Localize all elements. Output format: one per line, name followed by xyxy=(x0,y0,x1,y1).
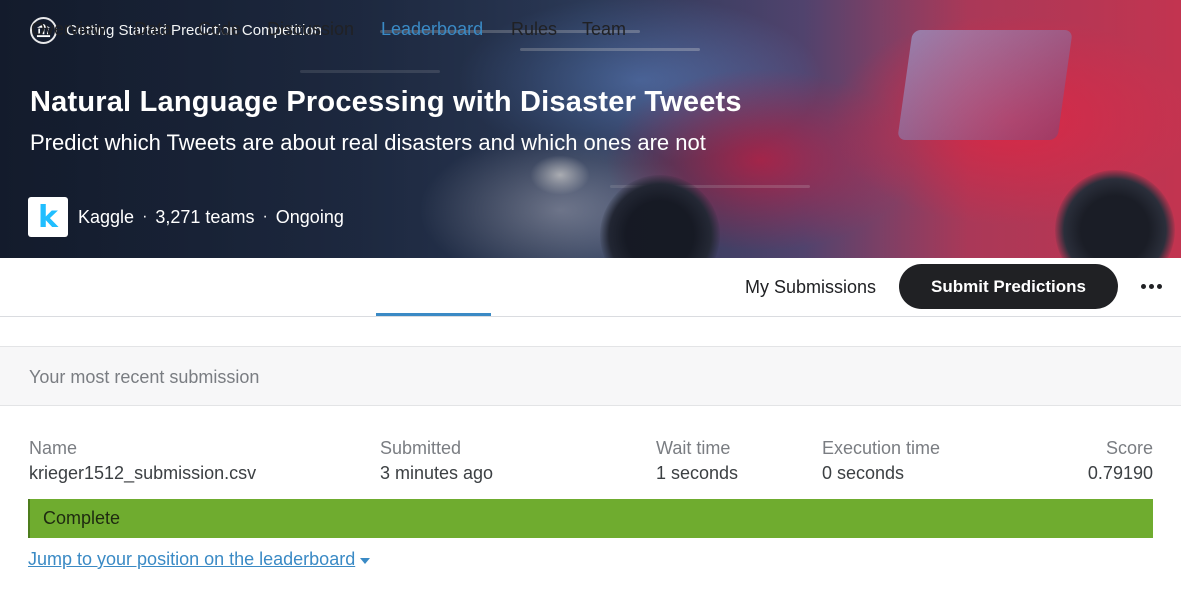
tab-data[interactable]: Data xyxy=(134,0,172,59)
more-horizontal-icon[interactable] xyxy=(1136,271,1166,301)
separator: · xyxy=(142,208,148,225)
tab-discussion[interactable]: Discussion xyxy=(267,0,354,59)
competition-subtitle: Predict which Tweets are about real disa… xyxy=(30,130,706,155)
my-submissions-link[interactable]: My Submissions xyxy=(745,258,876,317)
tab-leaderboard[interactable]: Leaderboard xyxy=(381,0,483,59)
column-header-name: Name xyxy=(29,438,78,458)
host-row: k Kaggle · 3,271 teams · Ongoing xyxy=(28,196,344,238)
tab-team[interactable]: Team xyxy=(582,0,626,59)
tab-overview[interactable]: Overview xyxy=(31,0,106,59)
jump-to-leaderboard-link[interactable]: Jump to your position on the leaderboard xyxy=(28,549,371,570)
column-header-score: Score xyxy=(1105,438,1153,458)
submission-name-column: Name krieger1512_submission.csv xyxy=(29,438,256,485)
submit-predictions-button[interactable]: Submit Predictions xyxy=(899,264,1118,309)
jump-link-label: Jump to your position on the leaderboard xyxy=(28,549,356,569)
submission-file-name: krieger1512_submission.csv xyxy=(29,463,257,483)
submission-score-column: Score 0.79190 xyxy=(1053,438,1153,485)
submission-submitted-column: Submitted 3 minutes ago xyxy=(380,438,493,485)
competition-status: Ongoing xyxy=(275,206,344,227)
submission-submitted-time: 3 minutes ago xyxy=(380,463,494,483)
submission-execution-time: 0 seconds xyxy=(822,463,905,483)
recent-submission-title: Your most recent submission xyxy=(29,367,260,387)
column-header-execution-time: Execution time xyxy=(822,438,941,458)
submission-score: 0.79190 xyxy=(1087,463,1153,483)
caret-down-icon xyxy=(360,557,371,564)
column-header-submitted: Submitted xyxy=(380,438,462,458)
kaggle-logo-icon[interactable]: k xyxy=(28,197,68,237)
submission-execution-column: Execution time 0 seconds xyxy=(822,438,940,485)
tab-code[interactable]: Code xyxy=(198,0,241,59)
recent-submission-header: Your most recent submission xyxy=(0,346,1181,406)
team-count: 3,271 teams xyxy=(155,206,255,227)
host-name[interactable]: Kaggle xyxy=(78,207,134,228)
competition-title: Natural Language Processing with Disaste… xyxy=(30,86,742,118)
column-header-wait-time: Wait time xyxy=(656,438,731,458)
submission-status-bar: Complete xyxy=(28,499,1153,538)
tab-rules[interactable]: Rules xyxy=(511,0,557,59)
submission-wait-column: Wait time 1 seconds xyxy=(656,438,738,485)
separator: · xyxy=(262,208,268,225)
active-tab-indicator xyxy=(376,313,491,316)
submission-wait-time: 1 seconds xyxy=(656,463,739,483)
host-meta: Kaggle · 3,271 teams · Ongoing xyxy=(78,207,344,228)
